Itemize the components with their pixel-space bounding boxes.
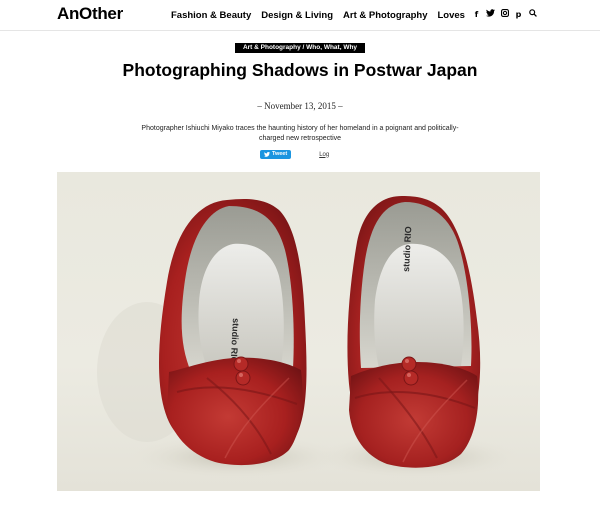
article-date: – November 13, 2015 – [257, 101, 343, 111]
twitter-icon[interactable] [486, 9, 495, 20]
log-link[interactable]: Log [319, 152, 329, 158]
pinterest-icon[interactable]: p [514, 10, 523, 20]
twitter-bird-icon [264, 152, 270, 157]
nav-loves[interactable]: Loves [438, 10, 465, 21]
main-nav: Fashion & Beauty Design & Living Art & P… [171, 10, 465, 21]
article-title: Photographing Shadows in Postwar Japan [122, 60, 478, 80]
social-links: f p [472, 8, 537, 20]
site-header: AnOther Fashion & Beauty Design & Living… [0, 0, 600, 31]
nav-fashion-beauty[interactable]: Fashion & Beauty [171, 10, 251, 21]
red-shoes-photo: studio RIO studio RIO [57, 172, 540, 491]
nav-art-photography[interactable]: Art & Photography [343, 10, 427, 21]
tweet-label: Tweet [272, 151, 288, 157]
site-logo[interactable]: AnOther [57, 4, 123, 24]
facebook-icon[interactable]: f [472, 10, 481, 20]
search-icon[interactable] [528, 9, 537, 20]
category-tag[interactable]: Art & Photography / Who, What, Why [235, 43, 365, 53]
nav-design-living[interactable]: Design & Living [261, 10, 333, 21]
instagram-icon[interactable] [500, 8, 509, 20]
article-standfirst: Photographer Ishiuchi Miyako traces the … [141, 125, 459, 142]
left-shoe: studio RIO [159, 199, 307, 466]
share-bar: Tweet Log [260, 150, 329, 159]
hero-image: studio RIO studio RIO [57, 172, 540, 491]
tweet-button[interactable]: Tweet [260, 150, 292, 159]
